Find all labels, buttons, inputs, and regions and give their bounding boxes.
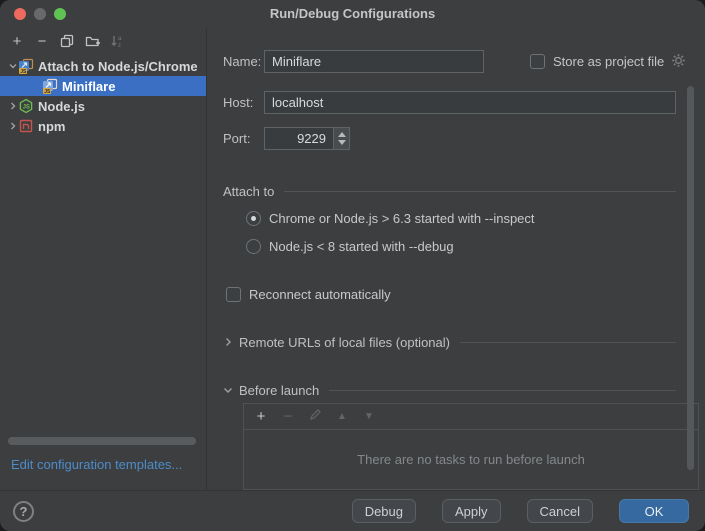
configuration-form: Name: Store as project file Host: Port: … bbox=[208, 28, 705, 490]
name-input[interactable] bbox=[264, 50, 484, 73]
tree-item-label: Miniflare bbox=[62, 79, 115, 94]
radio-option-label: Node.js < 8 started with --debug bbox=[269, 239, 454, 254]
chevron-right-icon[interactable] bbox=[8, 101, 18, 111]
gear-icon[interactable] bbox=[671, 53, 686, 71]
before-launch-section-header[interactable]: Before launch bbox=[208, 382, 676, 398]
svg-text:z: z bbox=[118, 43, 121, 48]
debug-button[interactable]: Debug bbox=[352, 499, 416, 523]
configurations-sidebar: + − az JS Attach to Node.js/Chrome JS bbox=[0, 28, 207, 490]
section-divider bbox=[329, 390, 676, 391]
chevron-right-icon[interactable] bbox=[8, 121, 18, 131]
attach-to-group-label: Attach to bbox=[223, 184, 274, 199]
tree-item-label: Attach to Node.js/Chrome bbox=[38, 59, 198, 74]
apply-button[interactable]: Apply bbox=[442, 499, 501, 523]
stepper-up-icon[interactable] bbox=[338, 132, 346, 137]
radio-option-label: Chrome or Node.js > 6.3 started with --i… bbox=[269, 211, 535, 226]
svg-text:a: a bbox=[118, 36, 122, 42]
tree-item-nodejs[interactable]: JS Node.js bbox=[0, 96, 206, 116]
stepper-down-icon[interactable] bbox=[338, 140, 346, 145]
reconnect-row[interactable]: Reconnect automatically bbox=[208, 286, 705, 302]
add-configuration-icon[interactable]: + bbox=[9, 33, 25, 49]
before-launch-section-label: Before launch bbox=[239, 383, 319, 398]
chevron-down-icon[interactable] bbox=[223, 385, 233, 395]
move-down-icon[interactable]: ▼ bbox=[362, 411, 376, 422]
tree-item-label: Node.js bbox=[38, 99, 85, 114]
svg-text:JS: JS bbox=[44, 89, 51, 94]
tree-item-attach-group[interactable]: JS Attach to Node.js/Chrome bbox=[0, 56, 206, 76]
store-as-project-file-label: Store as project file bbox=[553, 54, 664, 69]
radio-button-selected[interactable] bbox=[246, 211, 261, 226]
attach-nodejs-chrome-icon: JS bbox=[42, 78, 58, 94]
svg-text:JS: JS bbox=[23, 104, 30, 110]
remote-urls-section-header[interactable]: Remote URLs of local files (optional) bbox=[208, 334, 676, 350]
remove-task-icon[interactable]: − bbox=[281, 408, 295, 425]
before-launch-tasks-panel: + − ▲ ▼ There are no tasks to run before… bbox=[243, 403, 699, 490]
ok-button[interactable]: OK bbox=[619, 499, 689, 523]
dialog-footer: ? Debug Apply Cancel OK bbox=[0, 490, 705, 531]
remove-configuration-icon[interactable]: − bbox=[34, 33, 50, 49]
move-up-icon[interactable]: ▲ bbox=[335, 411, 349, 422]
before-launch-empty-message: There are no tasks to run before launch bbox=[244, 430, 698, 488]
add-task-icon[interactable]: + bbox=[254, 408, 268, 425]
store-as-project-file-checkbox[interactable] bbox=[530, 54, 545, 69]
section-divider bbox=[460, 342, 676, 343]
attach-nodejs-chrome-icon: JS bbox=[18, 58, 34, 74]
port-label: Port: bbox=[223, 131, 250, 146]
edit-configuration-templates-link[interactable]: Edit configuration templates... bbox=[11, 457, 182, 472]
tree-item-miniflare[interactable]: JS Miniflare bbox=[0, 76, 206, 96]
radio-option-debug[interactable]: Node.js < 8 started with --debug bbox=[208, 238, 705, 254]
titlebar[interactable]: Run/Debug Configurations bbox=[0, 0, 705, 28]
host-label: Host: bbox=[223, 95, 253, 110]
svg-text:JS: JS bbox=[20, 69, 27, 74]
chevron-down-icon[interactable] bbox=[8, 61, 18, 71]
copy-configuration-icon[interactable] bbox=[59, 33, 75, 49]
nodejs-icon: JS bbox=[18, 98, 34, 114]
sidebar-horizontal-scrollbar[interactable] bbox=[8, 437, 196, 445]
edit-task-icon[interactable] bbox=[308, 408, 322, 425]
main-vertical-scrollbar[interactable] bbox=[687, 86, 694, 470]
host-input[interactable] bbox=[264, 91, 676, 114]
sidebar-toolbar: + − az bbox=[0, 28, 206, 54]
new-folder-icon[interactable] bbox=[84, 33, 100, 49]
reconnect-automatically-label: Reconnect automatically bbox=[249, 287, 391, 302]
radio-option-inspect[interactable]: Chrome or Node.js > 6.3 started with --i… bbox=[208, 210, 705, 226]
chevron-right-icon[interactable] bbox=[223, 337, 233, 347]
npm-icon bbox=[18, 118, 34, 134]
remote-urls-section-label: Remote URLs of local files (optional) bbox=[239, 335, 450, 350]
cancel-button[interactable]: Cancel bbox=[527, 499, 593, 523]
radio-button-unselected[interactable] bbox=[246, 239, 261, 254]
before-launch-toolbar: + − ▲ ▼ bbox=[244, 404, 698, 430]
tree-item-npm[interactable]: npm bbox=[0, 116, 206, 136]
run-debug-configurations-dialog: Run/Debug Configurations + − az JS Attac… bbox=[0, 0, 705, 531]
tree-item-label: npm bbox=[38, 119, 65, 134]
port-input[interactable] bbox=[264, 127, 334, 150]
section-divider bbox=[284, 191, 676, 192]
sort-alphabetically-icon[interactable]: az bbox=[109, 33, 125, 49]
reconnect-automatically-checkbox[interactable] bbox=[226, 287, 241, 302]
port-stepper[interactable] bbox=[334, 127, 350, 150]
dialog-title: Run/Debug Configurations bbox=[0, 6, 705, 21]
name-label: Name: bbox=[223, 54, 261, 69]
help-button[interactable]: ? bbox=[13, 501, 34, 522]
